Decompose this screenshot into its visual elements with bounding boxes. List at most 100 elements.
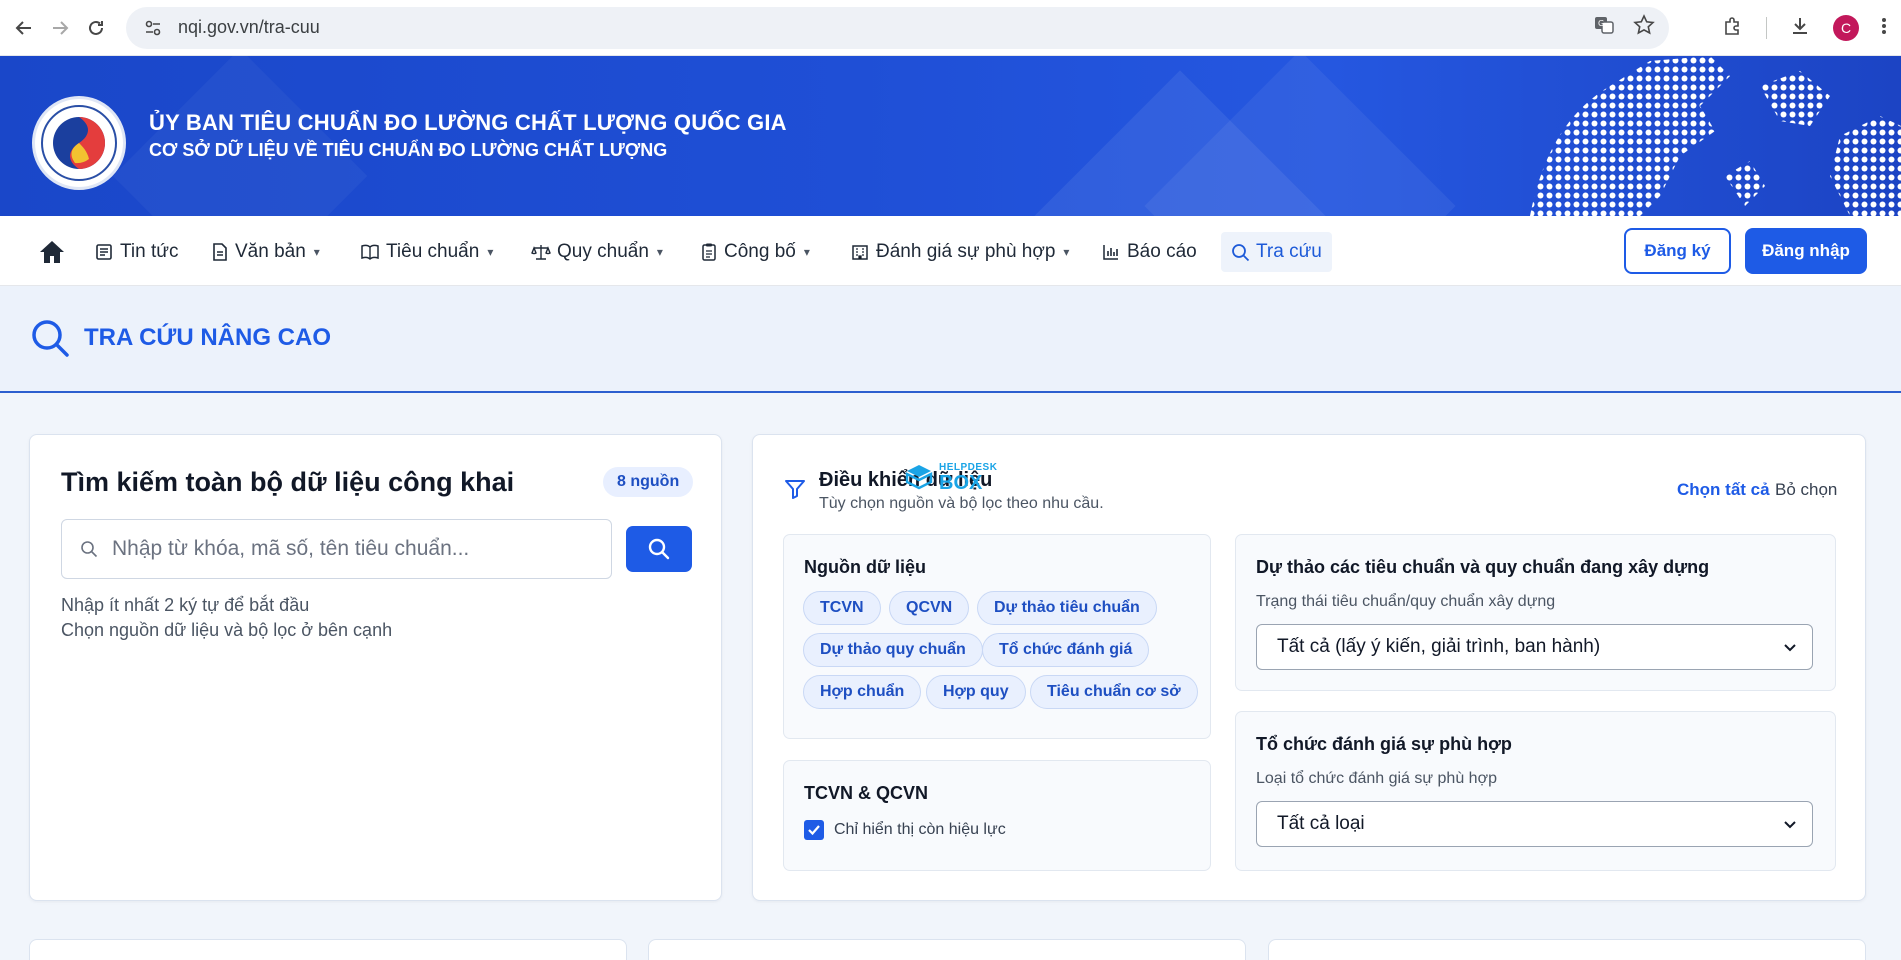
browser-toolbar: nqi.gov.vn/tra-cuu G C bbox=[0, 0, 1901, 56]
nav-van-ban[interactable]: Văn bản ▾ bbox=[203, 232, 328, 272]
main-navigation: Tin tức Văn bản ▾ Tiêu chuẩn ▾ Quy chuẩn… bbox=[0, 216, 1901, 286]
nav-bao-cao[interactable]: Báo cáo bbox=[1093, 232, 1205, 272]
translate-icon[interactable]: G bbox=[1593, 14, 1615, 41]
newspaper-icon bbox=[96, 244, 112, 260]
building-icon bbox=[852, 245, 868, 260]
back-arrow-icon[interactable] bbox=[6, 10, 42, 46]
search-icon bbox=[32, 320, 69, 357]
draft-status-select[interactable]: Tất cả (lấy ý kiến, giải trình, ban hành… bbox=[1256, 624, 1813, 670]
panel-title: Tổ chức đánh giá sự phù hợp bbox=[1256, 734, 1512, 754]
data-source-panel: Nguồn dữ liệu TCVN QCVN Dự thảo tiêu chu… bbox=[783, 534, 1211, 739]
profile-avatar[interactable]: C bbox=[1833, 15, 1859, 41]
filter-icon bbox=[785, 480, 805, 499]
nav-quy-chuan[interactable]: Quy chuẩn ▾ bbox=[523, 232, 671, 272]
site-banner: ỦY BAN TIÊU CHUẨN ĐO LƯỜNG CHẤT LƯỢNG QU… bbox=[0, 56, 1901, 216]
banner-decoration bbox=[112, 56, 368, 216]
search-input[interactable] bbox=[112, 537, 592, 561]
active-only-checkbox-row[interactable]: Chỉ hiển thị còn hiệu lực bbox=[804, 820, 1006, 840]
extensions-icon[interactable] bbox=[1722, 15, 1744, 42]
search-icon bbox=[1232, 243, 1250, 261]
home-icon[interactable] bbox=[30, 232, 74, 272]
search-icon bbox=[648, 538, 670, 560]
nav-tra-cuu[interactable]: Tra cứu bbox=[1221, 232, 1332, 272]
chevron-down-icon: ▾ bbox=[656, 245, 663, 259]
search-hint: Chọn nguồn dữ liệu và bộ lọc ở bên cạnh bbox=[61, 620, 393, 640]
source-chip[interactable]: Dự thảo quy chuẩn bbox=[803, 633, 983, 667]
source-chip[interactable]: Tiêu chuẩn cơ sở bbox=[1030, 675, 1198, 709]
select-label: Loại tổ chức đánh giá sự phù hợp bbox=[1256, 770, 1497, 787]
source-chip[interactable]: Dự thảo tiêu chuẩn bbox=[977, 591, 1157, 625]
register-button[interactable]: Đăng ký bbox=[1624, 228, 1731, 274]
globe-decoration bbox=[1530, 56, 1901, 216]
svg-text:G: G bbox=[1598, 19, 1604, 28]
watermark-text: BOX bbox=[939, 472, 983, 494]
clipboard-icon bbox=[702, 243, 716, 261]
nav-tieu-chuan[interactable]: Tiêu chuẩn ▾ bbox=[352, 232, 501, 272]
chevron-down-icon: ▾ bbox=[1063, 245, 1070, 259]
source-chip[interactable]: Tổ chức đánh giá bbox=[982, 633, 1150, 667]
chevron-down-icon bbox=[1784, 644, 1796, 652]
scale-icon bbox=[531, 245, 551, 260]
chevron-down-icon: ▾ bbox=[487, 245, 494, 259]
document-icon bbox=[213, 243, 227, 261]
book-icon bbox=[361, 244, 379, 261]
bookmark-star-icon[interactable] bbox=[1633, 14, 1655, 41]
address-bar[interactable]: nqi.gov.vn/tra-cuu G bbox=[126, 6, 1669, 49]
helpdesk-watermark: HELPDESK BOX bbox=[903, 463, 997, 493]
chevron-down-icon: ▾ bbox=[313, 245, 320, 259]
login-button[interactable]: Đăng nhập bbox=[1745, 228, 1867, 274]
site-logo[interactable] bbox=[32, 96, 126, 190]
source-count-badge: 8 nguồn bbox=[603, 467, 694, 497]
search-field[interactable] bbox=[61, 519, 612, 579]
reload-icon[interactable] bbox=[78, 10, 114, 46]
select-value: Tất cả (lấy ý kiến, giải trình, ban hành… bbox=[1277, 636, 1601, 657]
toolbar-divider bbox=[1766, 17, 1767, 39]
source-chip[interactable]: Hợp quy bbox=[926, 675, 1026, 709]
source-chip[interactable]: Hợp chuẩn bbox=[803, 675, 922, 709]
nav-tin-tuc[interactable]: Tin tức bbox=[86, 232, 186, 272]
check-icon bbox=[808, 825, 820, 836]
panel-title: Nguồn dữ liệu bbox=[804, 557, 927, 577]
nav-label: Đánh giá sự phù hợp bbox=[876, 241, 1056, 262]
nav-label: Công bố bbox=[724, 241, 796, 262]
filter-card-subtitle: Tùy chọn nguồn và bộ lọc theo nhu cầu. bbox=[819, 495, 1104, 512]
select-all-link[interactable]: Chọn tất cả bbox=[1677, 480, 1770, 500]
nav-label: Tin tức bbox=[120, 241, 179, 262]
search-card: Tìm kiếm toàn bộ dữ liệu công khai 8 ngu… bbox=[29, 434, 722, 901]
result-card bbox=[648, 939, 1246, 960]
search-button[interactable] bbox=[626, 526, 692, 572]
org-type-select[interactable]: Tất cả loại bbox=[1256, 801, 1813, 847]
filter-card: Điều khiển dữ liệu Tùy chọn nguồn và bộ … bbox=[752, 434, 1866, 901]
panel-title: TCVN & QCVN bbox=[804, 783, 929, 803]
tcvn-qcvn-panel: TCVN & QCVN Chỉ hiển thị còn hiệu lực bbox=[783, 760, 1211, 871]
page-heading-strip: TRA CỨU NÂNG CAO bbox=[0, 286, 1901, 393]
panel-title: Dự thảo các tiêu chuẩn và quy chuẩn đang… bbox=[1256, 557, 1710, 577]
nav-cong-bo[interactable]: Công bố ▾ bbox=[692, 232, 818, 272]
download-icon[interactable] bbox=[1789, 15, 1811, 42]
site-info-icon[interactable] bbox=[140, 15, 166, 41]
conformity-org-panel: Tổ chức đánh giá sự phù hợp Loại tổ chức… bbox=[1235, 711, 1836, 871]
url-text[interactable]: nqi.gov.vn/tra-cuu bbox=[178, 17, 320, 38]
nav-label: Tiêu chuẩn bbox=[386, 241, 480, 262]
select-value: Tất cả loại bbox=[1277, 813, 1365, 834]
select-label: Trạng thái tiêu chuẩn/quy chuẩn xây dựng bbox=[1256, 593, 1556, 610]
more-menu-icon[interactable] bbox=[1881, 16, 1887, 41]
search-icon bbox=[81, 541, 98, 558]
result-card bbox=[1268, 939, 1866, 960]
chevron-down-icon bbox=[1784, 821, 1796, 829]
search-card-title: Tìm kiếm toàn bộ dữ liệu công khai bbox=[61, 467, 515, 497]
search-hint: Nhập ít nhất 2 ký tự để bắt đầu bbox=[61, 595, 310, 615]
banner-title: ỦY BAN TIÊU CHUẨN ĐO LƯỜNG CHẤT LƯỢNG QU… bbox=[149, 110, 787, 135]
source-chip[interactable]: TCVN bbox=[803, 591, 881, 625]
nav-label: Báo cáo bbox=[1127, 241, 1197, 262]
chevron-down-icon: ▾ bbox=[803, 245, 810, 259]
checkbox-label: Chỉ hiển thị còn hiệu lực bbox=[834, 821, 1006, 838]
cube-logo-icon bbox=[905, 465, 933, 490]
active-only-checkbox[interactable] bbox=[804, 820, 824, 840]
forward-arrow-icon[interactable] bbox=[42, 10, 78, 46]
source-chip[interactable]: QCVN bbox=[889, 591, 970, 625]
nav-label: Văn bản bbox=[235, 241, 306, 262]
draft-standards-panel: Dự thảo các tiêu chuẩn và quy chuẩn đang… bbox=[1235, 534, 1836, 691]
nav-danh-gia[interactable]: Đánh giá sự phù hợp ▾ bbox=[842, 232, 1077, 272]
clear-selection-link[interactable]: Bỏ chọn bbox=[1775, 480, 1837, 500]
